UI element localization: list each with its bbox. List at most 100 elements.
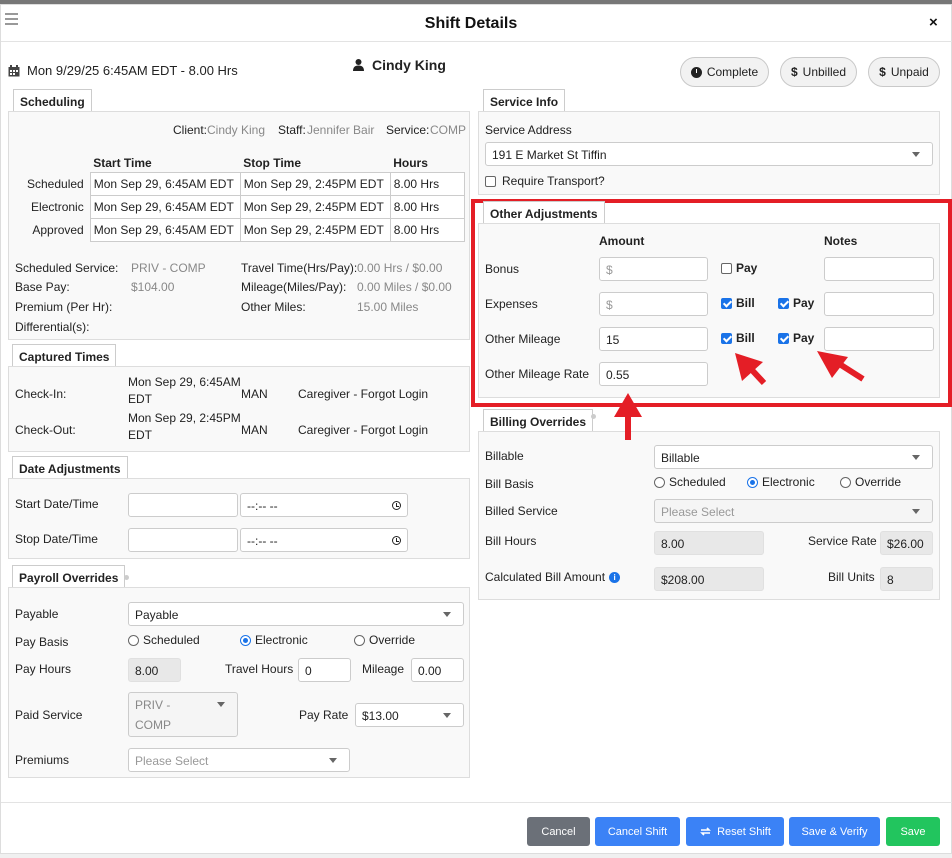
clock-icon[interactable] [392,536,401,545]
base-pay-value: $104.00 [131,280,175,294]
radio-icon[interactable] [354,634,365,646]
stop-date-input[interactable] [128,528,238,552]
payable-label: Payable [15,607,59,621]
tab-other-adjustments[interactable]: Other Adjustments [483,201,605,223]
checkbox-icon[interactable] [721,262,732,274]
bill-basis-label: Bill Basis [485,477,534,491]
calculated-bill-amount-label: Calculated Bill Amount [485,570,606,584]
close-icon[interactable]: × [929,14,938,31]
pay-basis-scheduled[interactable]: Scheduled [128,633,200,647]
tab-service-info[interactable]: Service Info [483,89,566,111]
other-mileage-bill-checkbox[interactable]: Bill [721,331,755,345]
radio-selected-icon[interactable] [240,634,251,646]
paid-service-select[interactable]: PRIV - COMP [128,692,238,737]
billed-service-select[interactable]: Please Select [654,499,933,523]
col-stop-time: Stop Time [243,156,302,170]
date-adjustments-panel: Start Date/Time --:-- -- Stop Date/Time … [8,478,470,559]
travel-hours-input[interactable]: 0 [298,658,351,682]
calculated-bill-amount-label-group: Calculated Bill Amount i [485,570,621,584]
pay-basis-override[interactable]: Override [354,633,415,647]
expenses-notes-input[interactable] [824,292,934,316]
pay-rate-select[interactable]: $13.00 [355,703,464,727]
checkbox-checked-icon[interactable] [778,297,789,309]
bonus-amount-input[interactable]: $ [599,257,708,281]
premiums-select[interactable]: Please Select [128,748,350,772]
tab-payroll-overrides[interactable]: Payroll Overrides [12,565,126,587]
radio-icon[interactable] [128,634,139,646]
billing-overrides-panel: Billable Billable Bill Basis Scheduled E… [478,431,940,600]
unbilled-button[interactable]: $ Unbilled [780,57,857,87]
bill-basis-scheduled[interactable]: Scheduled [654,475,726,489]
info-icon[interactable]: i [609,571,621,583]
bill-basis-override[interactable]: Override [840,475,901,489]
save-button[interactable]: Save [886,817,940,846]
billable-select[interactable]: Billable [654,445,933,469]
radio-icon[interactable] [654,476,665,488]
start-datetime-label: Start Date/Time [15,497,99,511]
stop-time-input[interactable]: --:-- -- [240,528,408,552]
unpaid-label: Unpaid [890,65,929,79]
bill-basis-electronic[interactable]: Electronic [747,475,815,489]
pay-basis-electronic[interactable]: Electronic [240,633,308,647]
bill-label: Bill [736,331,755,345]
reset-shift-button[interactable]: Reset Shift [686,817,784,846]
row-label: Approved [32,223,84,237]
bill-units-label: Bill Units [828,570,875,584]
checkbox-checked-icon[interactable] [778,332,789,344]
radio-icon[interactable] [840,476,851,488]
bonus-notes-input[interactable] [824,257,934,281]
tab-scheduling[interactable]: Scheduling [13,89,92,111]
calculated-bill-amount-field[interactable]: $208.00 [654,567,764,591]
client-name-header: Cindy King [353,57,446,73]
start-date-input[interactable] [128,493,238,517]
bill-units-field[interactable]: 8 [880,567,933,591]
expenses-bill-checkbox[interactable]: Bill [721,296,755,310]
radio-label: Override [855,475,902,489]
reset-shift-label: Reset Shift [717,825,771,838]
service-address-select[interactable]: 191 E Market St Tiffin [485,142,933,166]
start-time-input[interactable]: --:-- -- [240,493,408,517]
pay-hours-field[interactable]: 8.00 [128,658,181,682]
service-rate-field[interactable]: $26.00 [880,531,933,555]
pay-rate-label: Pay Rate [299,708,349,722]
expenses-amount-input[interactable]: $ [599,292,708,316]
radio-selected-icon[interactable] [747,476,758,488]
tab-captured-times[interactable]: Captured Times [12,344,117,366]
service-label: Service: [386,123,430,137]
other-mileage-pay-checkbox[interactable]: Pay [778,331,814,345]
scheduled-service-value: PRIV - COMP [131,261,206,275]
row-label: Scheduled [27,177,84,191]
clock-icon [690,66,702,78]
checkout-label: Check-Out: [15,423,76,437]
save-verify-button[interactable]: Save & Verify [789,817,880,846]
differential-label: Differential(s): [15,320,90,334]
time-placeholder: --:-- -- [247,499,278,513]
payable-select[interactable]: Payable [128,602,464,626]
unpaid-button[interactable]: $ Unpaid [868,57,940,87]
cancel-button[interactable]: Cancel [527,817,590,846]
stop-cell: Mon Sep 29, 2:45PM EDT [239,195,391,219]
checkbox-icon[interactable] [485,175,496,187]
col-hours: Hours [393,156,428,170]
bonus-pay-checkbox[interactable]: Pay [721,261,757,275]
expenses-pay-checkbox[interactable]: Pay [778,296,814,310]
client-name-text: Cindy King [372,57,446,73]
notes-header: Notes [824,234,858,248]
tab-billing-overrides[interactable]: Billing Overrides [483,409,594,431]
bill-hours-field[interactable]: 8.00 [654,531,764,555]
checkbox-checked-icon[interactable] [721,297,732,309]
mileage-input[interactable]: 0.00 [411,658,464,682]
staff-value: Jennifer Bair [307,123,375,137]
cancel-shift-button[interactable]: Cancel Shift [595,817,680,846]
complete-button[interactable]: Complete [680,57,769,87]
status-dot [591,414,596,419]
mileage-label: Mileage(Miles/Pay): [241,280,347,294]
shift-date-line: Mon 9/29/25 6:45AM EDT - 8.00 Hrs [8,63,238,78]
other-miles-value: 15.00 Miles [357,300,419,314]
tab-date-adjustments[interactable]: Date Adjustments [12,456,128,478]
clock-icon[interactable] [392,501,401,510]
require-transport-checkbox[interactable]: Require Transport? [485,174,605,188]
checkbox-checked-icon[interactable] [721,332,732,344]
stop-datetime-label: Stop Date/Time [15,532,98,546]
table-row: Electronic Mon Sep 29, 6:45AM EDT Mon Se… [24,195,465,219]
